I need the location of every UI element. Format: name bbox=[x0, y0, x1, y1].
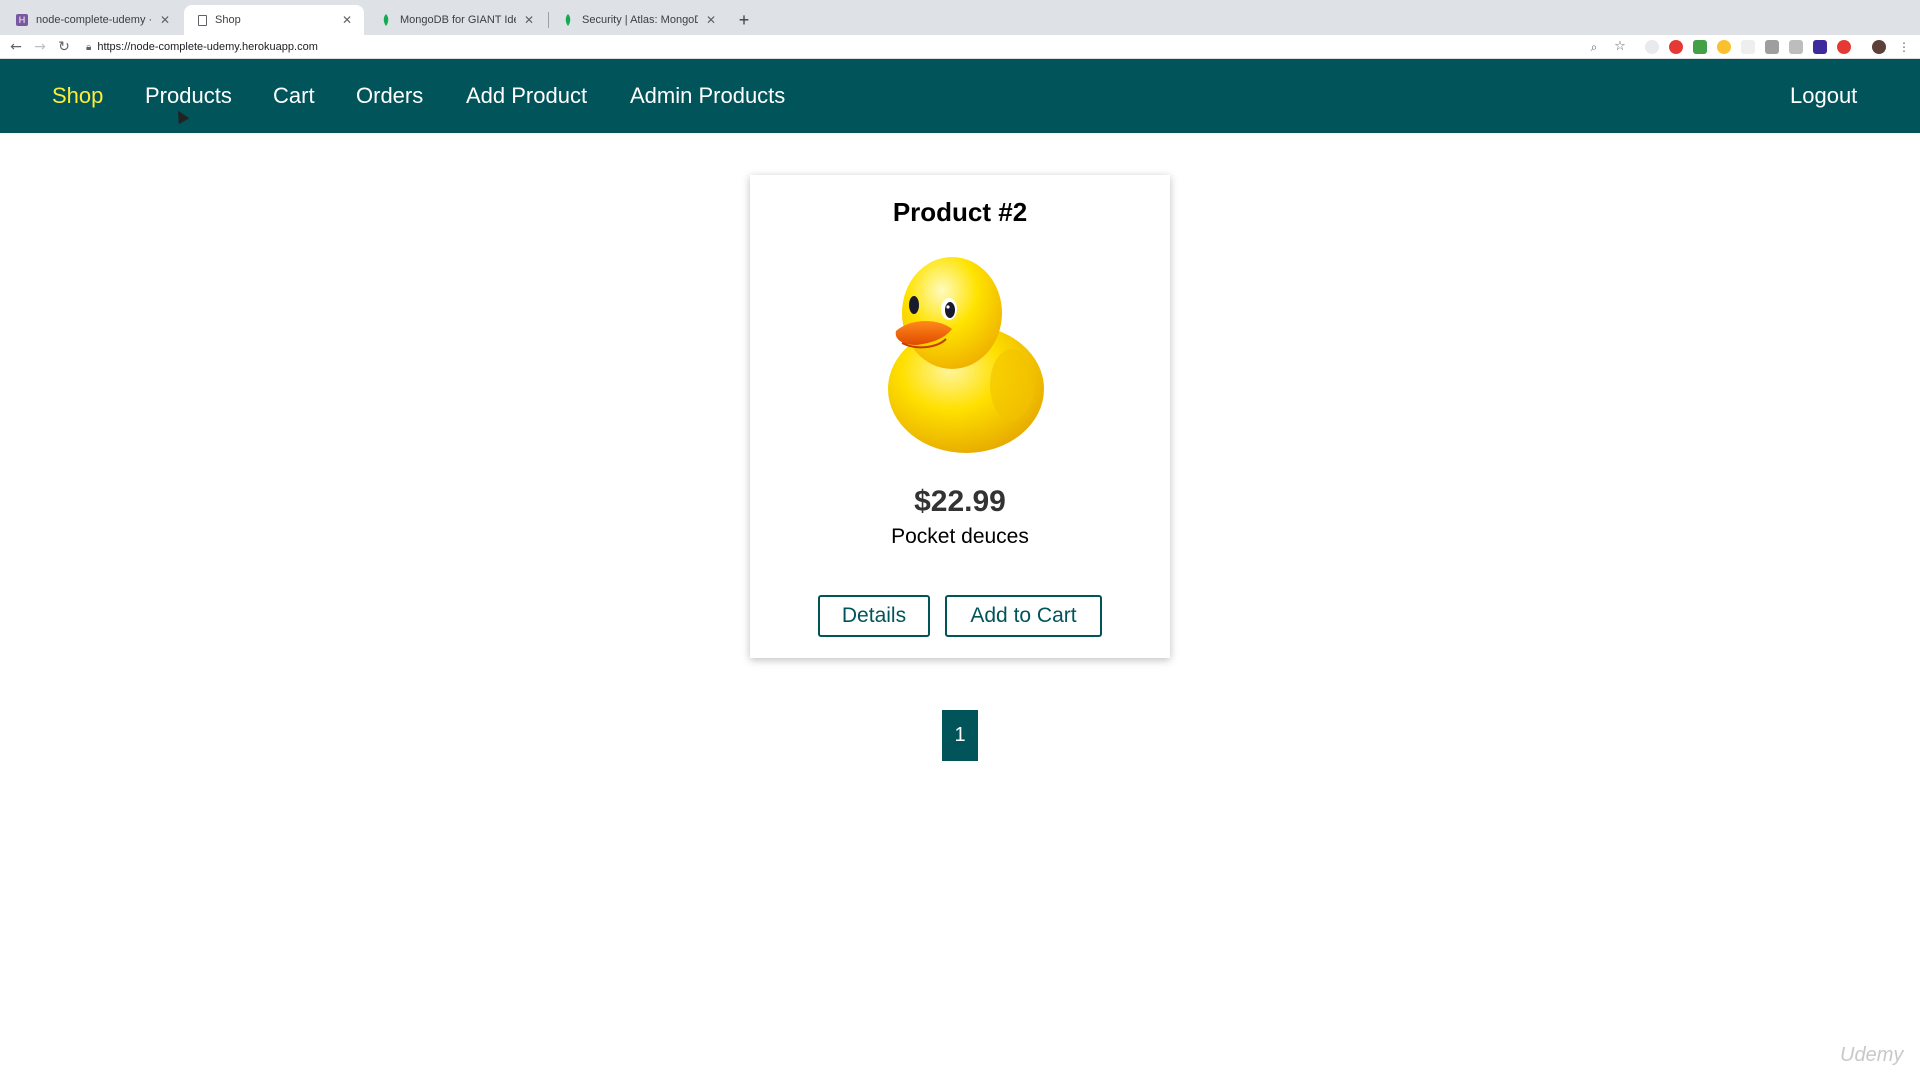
bookmark-star-icon[interactable]: ☆ bbox=[1610, 37, 1630, 57]
browser-tab-heroku[interactable]: H node-complete-udemy · Reso ✕ bbox=[2, 5, 182, 35]
address-bar[interactable]: 🔒︎ https://node-complete-udemy.herokuapp… bbox=[86, 38, 1616, 56]
close-icon[interactable]: ✕ bbox=[158, 13, 172, 27]
url-text: https://node-complete-udemy.herokuapp.co… bbox=[97, 41, 318, 53]
close-icon[interactable]: ✕ bbox=[340, 13, 354, 27]
extension-icon[interactable] bbox=[1789, 40, 1803, 54]
product-title: Product #2 bbox=[892, 197, 1028, 227]
new-tab-button[interactable]: + bbox=[732, 8, 756, 32]
tab-title: node-complete-udemy · Reso bbox=[36, 14, 152, 26]
lock-icon: 🔒︎ bbox=[86, 41, 92, 53]
extension-icon[interactable] bbox=[1669, 40, 1683, 54]
adblock-icon[interactable] bbox=[1837, 40, 1851, 54]
rubber-duck-image bbox=[872, 247, 1048, 457]
extension-icon[interactable] bbox=[1741, 40, 1755, 54]
close-icon[interactable]: ✕ bbox=[522, 13, 536, 27]
product-price: $22.99 bbox=[914, 485, 1006, 518]
back-arrow-icon[interactable]: ← bbox=[6, 37, 26, 57]
zoom-icon[interactable]: ⌕ bbox=[1584, 37, 1604, 57]
forward-arrow-icon[interactable]: → bbox=[30, 37, 50, 57]
tab-title: Security | Atlas: MongoDB Atl bbox=[582, 14, 698, 26]
browser-toolbar: ← → ↻ 🔒︎ https://node-complete-udemy.her… bbox=[0, 35, 1920, 59]
browser-tab-mongodb[interactable]: MongoDB for GIANT Ideas | M ✕ bbox=[366, 5, 546, 35]
browser-tab-shop[interactable]: Shop ✕ bbox=[184, 5, 364, 35]
extension-icon[interactable] bbox=[1717, 40, 1731, 54]
menu-dots-icon[interactable]: ⋮ bbox=[1894, 37, 1914, 57]
tab-title: Shop bbox=[215, 14, 241, 26]
profile-avatar[interactable] bbox=[1872, 40, 1886, 54]
udemy-watermark: Udemy bbox=[1840, 1044, 1904, 1066]
page-icon bbox=[198, 14, 207, 26]
extension-icon[interactable] bbox=[1645, 40, 1659, 54]
extension-icon[interactable] bbox=[1813, 40, 1827, 54]
product-card: Product #2 $22.99 Pocket deuces Details … bbox=[750, 175, 1170, 658]
nav-orders[interactable]: Orders bbox=[356, 83, 423, 109]
nav-products[interactable]: Products bbox=[145, 83, 232, 109]
close-icon[interactable]: ✕ bbox=[704, 13, 718, 27]
add-to-cart-button[interactable]: Add to Cart bbox=[945, 595, 1102, 637]
nav-admin-products[interactable]: Admin Products bbox=[630, 83, 785, 109]
details-button[interactable]: Details bbox=[818, 595, 930, 637]
extension-icon[interactable] bbox=[1693, 40, 1707, 54]
tab-title: MongoDB for GIANT Ideas | M bbox=[400, 14, 516, 26]
nav-logout[interactable]: Logout bbox=[1790, 83, 1857, 109]
browser-tab-atlas-security[interactable]: Security | Atlas: MongoDB Atl ✕ bbox=[548, 5, 728, 35]
mongodb-leaf-icon bbox=[380, 14, 392, 26]
nav-shop[interactable]: Shop bbox=[52, 83, 103, 109]
nav-cart[interactable]: Cart bbox=[273, 83, 315, 109]
nav-add-product[interactable]: Add Product bbox=[466, 83, 587, 109]
heroku-icon: H bbox=[16, 14, 28, 26]
main-header: Shop Products Cart Orders Add Product Ad… bbox=[0, 59, 1920, 133]
pagination-page-button[interactable]: 1 bbox=[942, 710, 978, 761]
browser-tab-strip: H node-complete-udemy · Reso ✕ Shop ✕ Mo… bbox=[0, 0, 1920, 35]
mongodb-leaf-icon bbox=[562, 14, 574, 26]
product-description: Pocket deuces bbox=[891, 525, 1029, 548]
reload-icon[interactable]: ↻ bbox=[54, 37, 74, 57]
extension-icon[interactable] bbox=[1765, 40, 1779, 54]
